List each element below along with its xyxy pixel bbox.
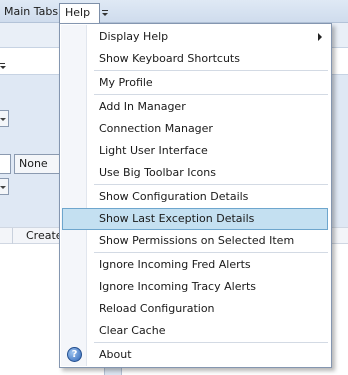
menu-item-label: Show Keyboard Shortcuts [99,52,240,65]
menu-item-label: Show Permissions on Selected Item [99,234,295,247]
menu-item-add-in-manager[interactable]: Add In Manager [62,96,328,118]
menu-item-light-user-interface[interactable]: Light User Interface [62,140,328,162]
column-header-create[interactable]: Create [26,229,63,243]
menu-item-label: Reload Configuration [99,302,215,315]
filter-dropdown-1[interactable] [0,110,9,127]
chevron-down-icon [0,186,6,189]
menu-item-show-configuration-details[interactable]: Show Configuration Details [62,186,328,208]
menu-item-about[interactable]: ? About [62,344,328,366]
menu-item-label: Light User Interface [99,144,208,157]
menu-item-label: Use Big Toolbar Icons [99,166,216,179]
filter-dropdown-2[interactable] [0,178,9,195]
menu-item-display-help[interactable]: Display Help [62,26,328,48]
filter-input[interactable] [0,154,11,174]
menu-item-show-last-exception-details[interactable]: Show Last Exception Details [62,208,328,230]
menu-item-label: About [99,348,132,361]
menu-item-use-big-toolbar-icons[interactable]: Use Big Toolbar Icons [62,162,328,184]
menu-item-ignore-incoming-tracy-alerts[interactable]: Ignore Incoming Tracy Alerts [62,276,328,298]
filter-select[interactable]: None [14,154,64,174]
menu-item-ignore-incoming-fred-alerts[interactable]: Ignore Incoming Fred Alerts [62,254,328,276]
chevron-down-icon [0,118,6,121]
menu-bar: Main Tabs Help [0,0,348,24]
menu-help[interactable]: Help [59,3,100,24]
menu-item-label: Add In Manager [99,100,186,113]
menu-main-tabs[interactable]: Main Tabs [0,3,62,21]
menu-item-show-keyboard-shortcuts[interactable]: Show Keyboard Shortcuts [62,48,328,70]
menu-item-label: Show Configuration Details [99,190,249,203]
submenu-arrow-icon [318,33,322,41]
help-menu: Display Help Show Keyboard Shortcuts My Pr… [59,23,332,368]
menu-item-label: Connection Manager [99,122,213,135]
menu-item-my-profile[interactable]: My Profile [62,72,328,94]
column-divider[interactable] [12,228,13,244]
menu-item-clear-cache[interactable]: Clear Cache [62,320,328,342]
menubar-overflow-icon[interactable] [100,6,110,20]
toolbar-overflow-icon[interactable] [0,61,6,71]
menu-item-label: Display Help [99,30,169,43]
menu-item-reload-configuration[interactable]: Reload Configuration [62,298,328,320]
menu-item-label: Show Last Exception Details [99,212,255,225]
menu-item-show-permissions-on-selected-item[interactable]: Show Permissions on Selected Item [62,230,328,252]
help-circle-icon: ? [67,347,82,362]
menu-item-label: Ignore Incoming Tracy Alerts [99,280,257,293]
menu-item-label: My Profile [99,76,153,89]
menu-item-label: Ignore Incoming Fred Alerts [99,258,251,271]
menu-item-label: Clear Cache [99,324,166,337]
menu-item-connection-manager[interactable]: Connection Manager [62,118,328,140]
